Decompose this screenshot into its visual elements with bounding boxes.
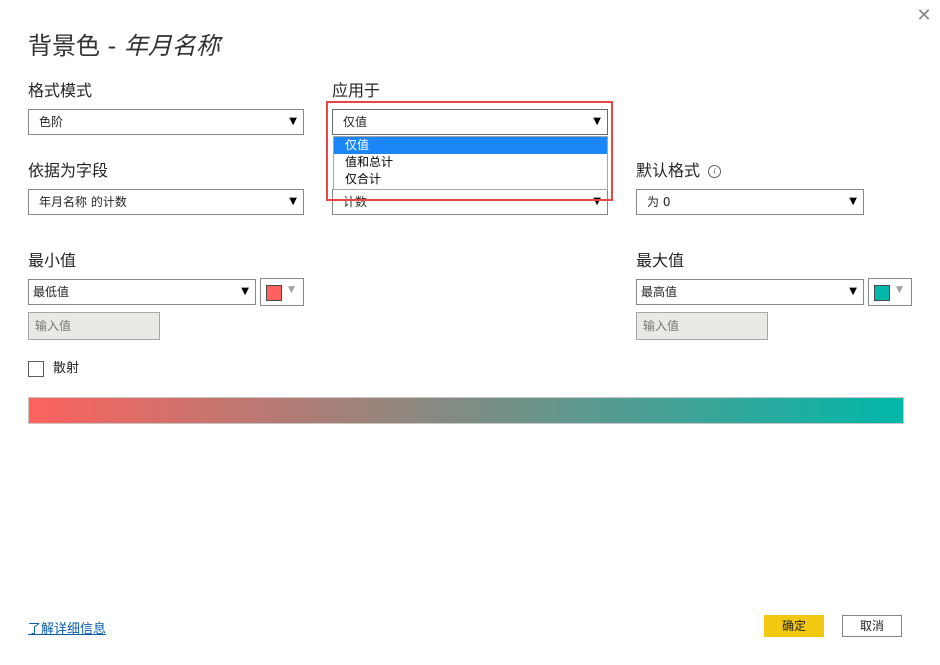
format-mode-select[interactable]: 色阶 ▼: [28, 109, 304, 135]
chevron-down-icon: ▼: [896, 285, 903, 295]
based-on-field-select[interactable]: 年月名称 的计数 ▼: [28, 189, 304, 215]
chevron-down-icon: ▼: [288, 285, 295, 295]
format-mode-value: 色阶: [39, 115, 64, 129]
diverging-label: 散射: [53, 361, 80, 376]
minimum-select[interactable]: 最低值 ▼: [28, 279, 256, 305]
maximum-value-input[interactable]: 输入值: [636, 312, 768, 340]
cancel-button[interactable]: 取消: [842, 615, 902, 637]
maximum-select[interactable]: 最高值 ▼: [636, 279, 864, 305]
dialog-title: 背景色 - 年月名称: [28, 26, 220, 61]
ok-button[interactable]: 确定: [764, 615, 824, 637]
default-format-label-text: 默认格式: [636, 161, 701, 180]
close-icon[interactable]: ✕: [914, 6, 934, 26]
chevron-down-icon: ▼: [289, 116, 297, 127]
maximum-label: 最大值: [636, 251, 685, 270]
maximum-color-swatch: [874, 285, 890, 301]
default-format-value: 为 0: [647, 195, 671, 209]
default-format-label: 默认格式 i: [636, 157, 722, 181]
maximum-color-picker[interactable]: ▼: [868, 278, 912, 306]
based-on-field-label: 依据为字段: [28, 161, 109, 180]
minimum-color-picker[interactable]: ▼: [260, 278, 304, 306]
chevron-down-icon: ▼: [241, 286, 249, 297]
minimum-label: 最小值: [28, 251, 77, 270]
chevron-down-icon: ▼: [849, 196, 857, 207]
diverging-checkbox[interactable]: [28, 361, 44, 377]
based-on-field-value: 年月名称 的计数: [39, 195, 127, 209]
highlight-box: [326, 101, 613, 201]
minimum-value: 最低值: [33, 285, 70, 299]
gradient-preview: [28, 397, 904, 424]
minimum-color-swatch: [266, 285, 282, 301]
learn-more-link[interactable]: 了解详细信息: [28, 618, 106, 637]
default-format-select[interactable]: 为 0 ▼: [636, 189, 864, 215]
format-mode-label: 格式模式: [28, 81, 93, 100]
maximum-value: 最高值: [641, 285, 678, 299]
chevron-down-icon: ▼: [849, 286, 857, 297]
dialog-title-field: 年月名称: [123, 32, 220, 60]
dialog-title-prefix: 背景色 -: [28, 32, 124, 60]
minimum-value-input[interactable]: 输入值: [28, 312, 160, 340]
info-icon[interactable]: i: [708, 165, 722, 178]
chevron-down-icon: ▼: [289, 196, 297, 207]
apply-to-label: 应用于: [332, 81, 381, 100]
